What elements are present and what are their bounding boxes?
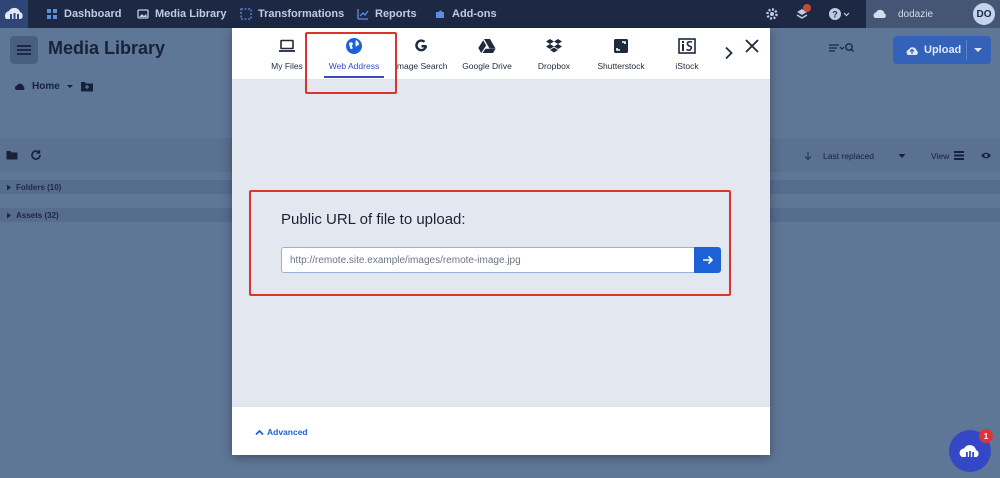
hamburger-icon	[17, 45, 31, 55]
grid-icon	[47, 9, 57, 19]
tab-my-files[interactable]: My Files	[263, 28, 311, 80]
nav-label: Add-ons	[452, 8, 497, 20]
top-navbar: Dashboard Media Library Transformations …	[0, 0, 1000, 28]
image-icon	[137, 9, 149, 19]
caret-right-icon	[7, 184, 11, 190]
help-icon: ?	[829, 8, 850, 20]
nav-label: Media Library	[155, 8, 227, 20]
upload-button[interactable]: Upload	[893, 36, 991, 64]
nav-dashboard[interactable]: Dashboard	[46, 0, 121, 28]
tab-dropbox[interactable]: Dropbox	[530, 28, 578, 80]
notification-dot	[803, 4, 811, 12]
istock-icon	[678, 38, 696, 54]
cloudinary-logo-icon[interactable]	[0, 0, 28, 28]
tab-label: Shutterstock	[597, 61, 645, 71]
upload-label: Upload	[924, 44, 962, 56]
tab-google-drive[interactable]: Google Drive	[461, 28, 513, 80]
shutterstock-icon	[614, 39, 628, 53]
cloud-icon	[14, 83, 25, 90]
caret-down-icon[interactable]	[973, 46, 983, 54]
dropbox-icon	[546, 39, 562, 53]
view-label: View	[931, 151, 950, 161]
account-name: dodazie	[898, 8, 934, 20]
chart-icon	[357, 9, 369, 20]
transform-icon	[240, 8, 252, 20]
assets-label: Assets (32)	[16, 210, 59, 220]
sort-select[interactable]: Last replaced	[823, 151, 874, 161]
tab-istock[interactable]: iStock	[670, 28, 704, 80]
tab-label: Dropbox	[537, 61, 571, 71]
nav-add-ons[interactable]: Add-ons	[434, 0, 497, 28]
folder-icon[interactable]	[6, 150, 18, 160]
tab-label: iStock	[675, 61, 699, 71]
help-button[interactable]: ?	[828, 0, 850, 28]
folders-label: Folders (10)	[16, 182, 62, 192]
puzzle-icon	[436, 10, 444, 18]
nav-label: Reports	[375, 8, 417, 20]
nav-label: Dashboard	[64, 8, 122, 20]
tab-label: Google Drive	[462, 61, 512, 71]
nav-reports[interactable]: Reports	[357, 0, 417, 28]
divider	[966, 40, 967, 60]
nav-transformations[interactable]: Transformations	[240, 0, 344, 28]
breadcrumb-home[interactable]: Home	[32, 81, 60, 92]
avatar[interactable]: DO	[973, 3, 995, 25]
chevron-right-icon[interactable]	[724, 46, 734, 60]
page-title: Media Library	[48, 38, 166, 58]
caret-down-icon[interactable]	[66, 82, 74, 90]
nav-label: Transformations	[258, 8, 345, 20]
new-folder-icon[interactable]	[80, 80, 94, 92]
assistant-badge: 1	[979, 429, 993, 443]
google-icon	[415, 39, 427, 52]
highlight-web-address-tab	[305, 32, 397, 94]
refresh-icon[interactable]	[30, 149, 42, 161]
filter-options-icon[interactable]	[828, 42, 854, 54]
nav-media-library[interactable]: Media Library	[137, 0, 227, 28]
highlight-url-panel	[249, 190, 731, 296]
advanced-label: Advanced	[267, 427, 308, 437]
menu-button[interactable]	[10, 36, 38, 64]
modal-footer: Advanced	[232, 406, 770, 455]
laptop-icon	[279, 39, 295, 52]
list-view-icon[interactable]	[954, 151, 964, 160]
caret-down-icon[interactable]	[898, 153, 906, 159]
gear-icon	[766, 8, 778, 20]
svg-text:?: ?	[832, 10, 838, 20]
tab-shutterstock[interactable]: Shutterstock	[592, 28, 650, 80]
settings-button[interactable]	[765, 0, 779, 28]
advanced-toggle[interactable]: Advanced	[255, 427, 308, 437]
tab-label: My Files	[271, 61, 303, 71]
tab-image-search[interactable]: Image Search	[388, 28, 454, 80]
drive-icon	[478, 39, 496, 53]
sort-direction-icon[interactable]	[803, 151, 813, 161]
cloudinary-logo-icon	[959, 445, 979, 457]
cloud-upload-icon	[906, 47, 918, 55]
chevron-up-icon	[255, 429, 264, 435]
breadcrumb: Home	[14, 78, 94, 94]
caret-right-icon	[7, 212, 11, 218]
tab-label: Image Search	[394, 61, 448, 71]
cloud-icon	[873, 9, 886, 18]
close-icon[interactable]	[744, 38, 760, 54]
eye-icon[interactable]	[980, 151, 992, 160]
